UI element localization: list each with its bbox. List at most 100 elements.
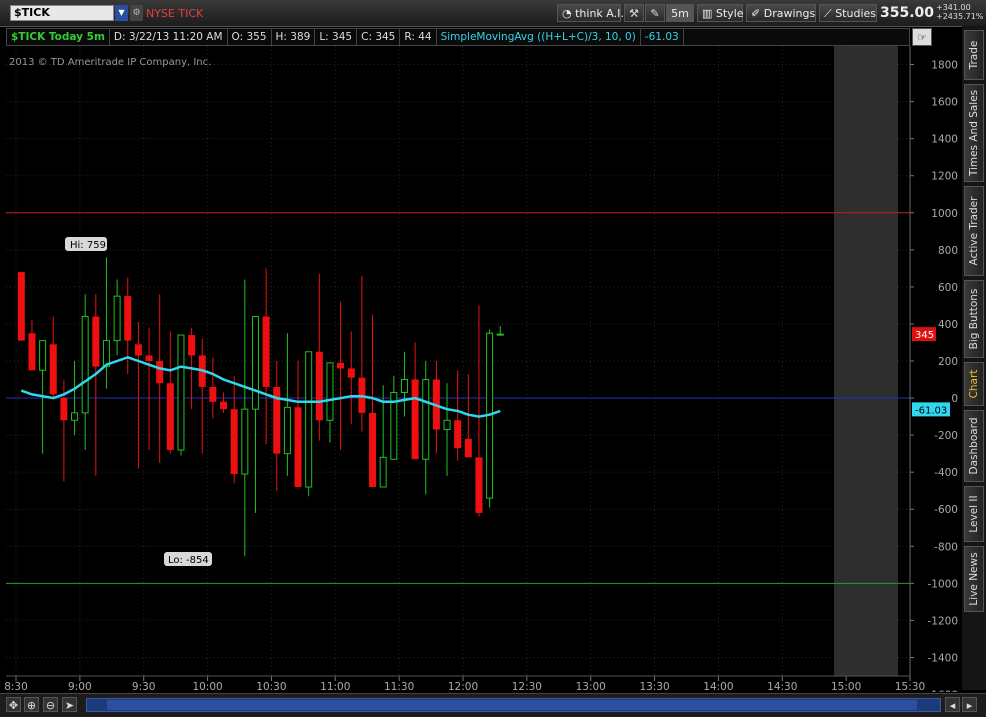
hi-marker: Hi: 759 — [65, 237, 107, 251]
side-tab-times-and-sales[interactable]: Times And Sales — [964, 84, 984, 182]
price-axis: 1800 1600 1400 1200 1000 800 600 400 200 0 -200 -40… — [909, 46, 958, 692]
candle-body — [283, 406, 291, 455]
candle-body — [230, 409, 238, 475]
study-name[interactable]: SimpleMovingAvg ((H+L+C)/3, 10, 0) — [437, 29, 641, 45]
x-tick-label: 14:30 — [767, 681, 797, 692]
y-tick-label: 1600 — [931, 97, 958, 109]
candle-body — [49, 344, 57, 395]
info-open: O: 355 — [228, 29, 272, 45]
x-tick-label: 12:30 — [512, 681, 542, 692]
candle-body — [188, 335, 196, 356]
lo-label: Lo: -854 — [168, 555, 209, 566]
y-tick-label: 800 — [938, 245, 958, 257]
zoom-in-icon[interactable]: ⊕ — [24, 697, 39, 712]
candle-body — [17, 272, 25, 341]
y-tick-label: 0 — [951, 393, 958, 405]
y-tick-label: 600 — [938, 282, 958, 294]
candle — [177, 334, 185, 456]
candle-body — [305, 351, 313, 488]
time-scrollbar[interactable] — [86, 698, 941, 712]
side-tab-live-news[interactable]: Live News — [964, 546, 984, 612]
candle-body — [262, 316, 270, 387]
x-tick-label: 11:30 — [384, 681, 414, 692]
candle-body — [220, 401, 228, 410]
y-tick-label: -200 — [934, 430, 958, 442]
y-tick-label: 1400 — [931, 134, 958, 146]
candle-body — [241, 408, 249, 475]
sma-value-bubble: -61.03 — [912, 402, 950, 417]
y-tick-label: 400 — [938, 319, 958, 331]
side-tab-big-buttons[interactable]: Big Buttons — [964, 280, 984, 358]
y-tick-label: -1600 — [927, 690, 958, 692]
candle-body — [124, 296, 132, 341]
y-tick-label: -400 — [934, 467, 958, 479]
y-tick-label: 1800 — [931, 60, 958, 72]
chart-info-bar: $TICK Today 5m D: 3/22/13 11:20 AM O: 355 H… — [6, 28, 910, 46]
x-tick-label: 15:00 — [831, 681, 861, 692]
side-tab-label: Dashboard — [968, 417, 980, 475]
x-tick-label: 8:30 — [4, 681, 28, 692]
candle-body — [60, 398, 68, 421]
expand-left-icon[interactable]: ◂ — [945, 697, 960, 712]
x-tick-label: 12:00 — [448, 681, 478, 692]
side-tab-trade[interactable]: Trade — [964, 30, 984, 80]
study-value: -61.03 — [641, 29, 684, 45]
candle — [305, 351, 313, 497]
side-tab-active-trader[interactable]: Active Trader — [964, 186, 984, 276]
y-tick-label: -1400 — [927, 652, 958, 664]
side-tab-label: Times And Sales — [968, 89, 980, 177]
candle-body — [326, 362, 334, 421]
price-chart[interactable]: 1800 1600 1400 1200 1000 800 600 400 200 0 -200 -40… — [0, 0, 962, 692]
candle-body — [28, 333, 36, 371]
candle-body — [496, 333, 504, 336]
side-tab-label: Live News — [968, 552, 980, 606]
side-tab-chart[interactable]: Chart — [964, 362, 984, 406]
side-tab-level-ii[interactable]: Level II — [964, 486, 984, 542]
candle-body — [369, 412, 377, 487]
cursor-mode-icon[interactable]: ☞ — [912, 28, 932, 46]
x-tick-label: 11:00 — [320, 681, 350, 692]
lo-marker: Lo: -854 — [164, 552, 212, 566]
x-tick-label: 14:00 — [703, 681, 733, 692]
side-tab-dashboard[interactable]: Dashboard — [964, 410, 984, 482]
side-tab-label: Big Buttons — [968, 288, 980, 350]
last-close-bubble: 345 — [912, 327, 936, 342]
candle-body — [475, 457, 483, 513]
hi-label: Hi: 759 — [70, 240, 106, 251]
candle-body — [113, 295, 121, 342]
candle-body — [156, 361, 164, 384]
y-tick-label: 1200 — [931, 171, 958, 183]
candle-body — [92, 316, 100, 367]
pointer-icon[interactable]: ➤ — [62, 697, 77, 712]
candle-body — [337, 362, 345, 369]
copyright-text: 2013 © TD Ameritrade IP Company, Inc. — [9, 57, 211, 68]
x-tick-label: 15:30 — [895, 681, 925, 692]
candle-body — [294, 407, 302, 487]
scrollbar-thumb[interactable] — [107, 700, 917, 710]
x-tick-label: 13:30 — [639, 681, 669, 692]
y-tick-label: -1000 — [927, 578, 958, 590]
candle-body — [400, 379, 408, 394]
candle-body — [411, 379, 419, 460]
x-tick-label: 13:00 — [576, 681, 606, 692]
candle-body — [443, 419, 451, 431]
candle — [17, 272, 25, 341]
info-close: C: 345 — [357, 29, 401, 45]
side-panel-tabs: Trade Times And Sales Active Trader Big But… — [962, 26, 986, 690]
info-date: D: 3/22/13 11:20 AM — [110, 29, 228, 45]
candle-body — [166, 383, 174, 450]
candle-body — [81, 316, 89, 414]
side-tab-label: Level II — [968, 495, 980, 533]
candle-body — [177, 334, 185, 451]
candle-body — [347, 368, 355, 378]
zoom-out-icon[interactable]: ⊖ — [43, 697, 58, 712]
expand-right-icon[interactable]: ▸ — [962, 697, 977, 712]
chart-title: $TICK Today 5m — [7, 29, 110, 45]
candle-body — [464, 438, 472, 458]
candle-body — [209, 386, 217, 402]
x-tick-label: 10:00 — [192, 681, 222, 692]
y-tick-label: -1200 — [927, 615, 958, 627]
x-tick-label: 9:00 — [68, 681, 92, 692]
y-tick-label: -800 — [934, 541, 958, 553]
pan-icon[interactable]: ✥ — [6, 697, 21, 712]
